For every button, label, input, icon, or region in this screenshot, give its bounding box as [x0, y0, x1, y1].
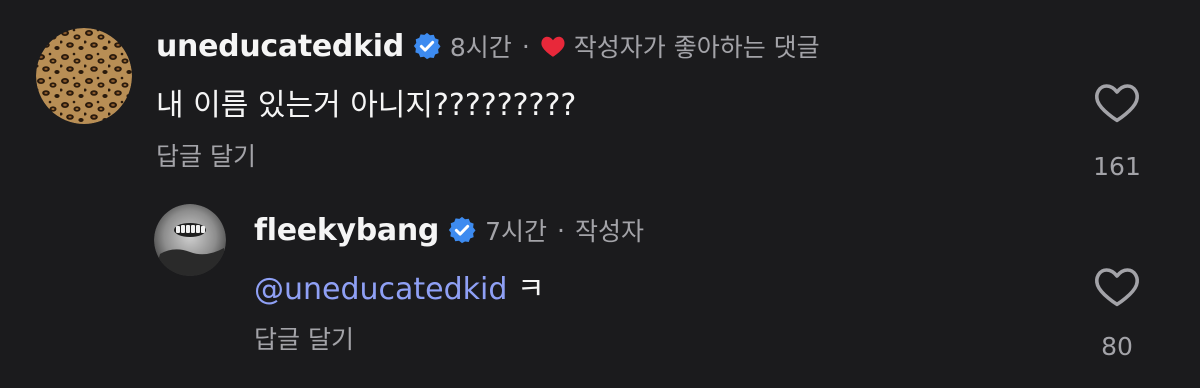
separator-dot: · [521, 31, 530, 61]
like-count: 161 [1093, 152, 1141, 181]
separator-dot: · [557, 215, 565, 245]
author-label: 작성자 [574, 217, 644, 246]
verified-badge-icon [447, 215, 477, 245]
like-count: 80 [1101, 332, 1133, 361]
comment-header: uneducatedkid 8시간 · 작성자가 좋아하는 댓글 [156, 26, 820, 66]
avatar-fleekybang[interactable] [154, 204, 226, 276]
reply-button[interactable]: 답글 달기 [156, 137, 256, 173]
like-column: 161 [1077, 80, 1157, 181]
reply-button[interactable]: 답글 달기 [254, 320, 354, 356]
username[interactable]: uneducatedkid [156, 29, 404, 64]
comment-text: @uneducatedkid ㅋ [254, 264, 545, 308]
heart-outline-icon[interactable] [1093, 80, 1141, 128]
username[interactable]: fleekybang [254, 213, 439, 248]
comment-time: 8시간 [449, 33, 512, 62]
comment-text: 내 이름 있는거 아니지????????? [156, 88, 577, 123]
avatar-uneducatedkid[interactable] [36, 28, 132, 124]
comment-time: 7시간 [485, 217, 547, 246]
comment-body: ㅋ [507, 272, 545, 307]
mention-link[interactable]: @uneducatedkid [254, 272, 507, 307]
verified-badge-icon [412, 31, 442, 61]
comment-header: fleekybang 7시간 · 작성자 [254, 210, 644, 250]
red-heart-icon [540, 34, 566, 58]
liked-by-author-label: 작성자가 좋아하는 댓글 [573, 33, 820, 62]
heart-outline-icon[interactable] [1093, 264, 1141, 312]
comments-thread: uneducatedkid 8시간 · 작성자가 좋아하는 댓글 내 이름 있는… [0, 0, 1200, 388]
like-column: 80 [1077, 264, 1157, 361]
